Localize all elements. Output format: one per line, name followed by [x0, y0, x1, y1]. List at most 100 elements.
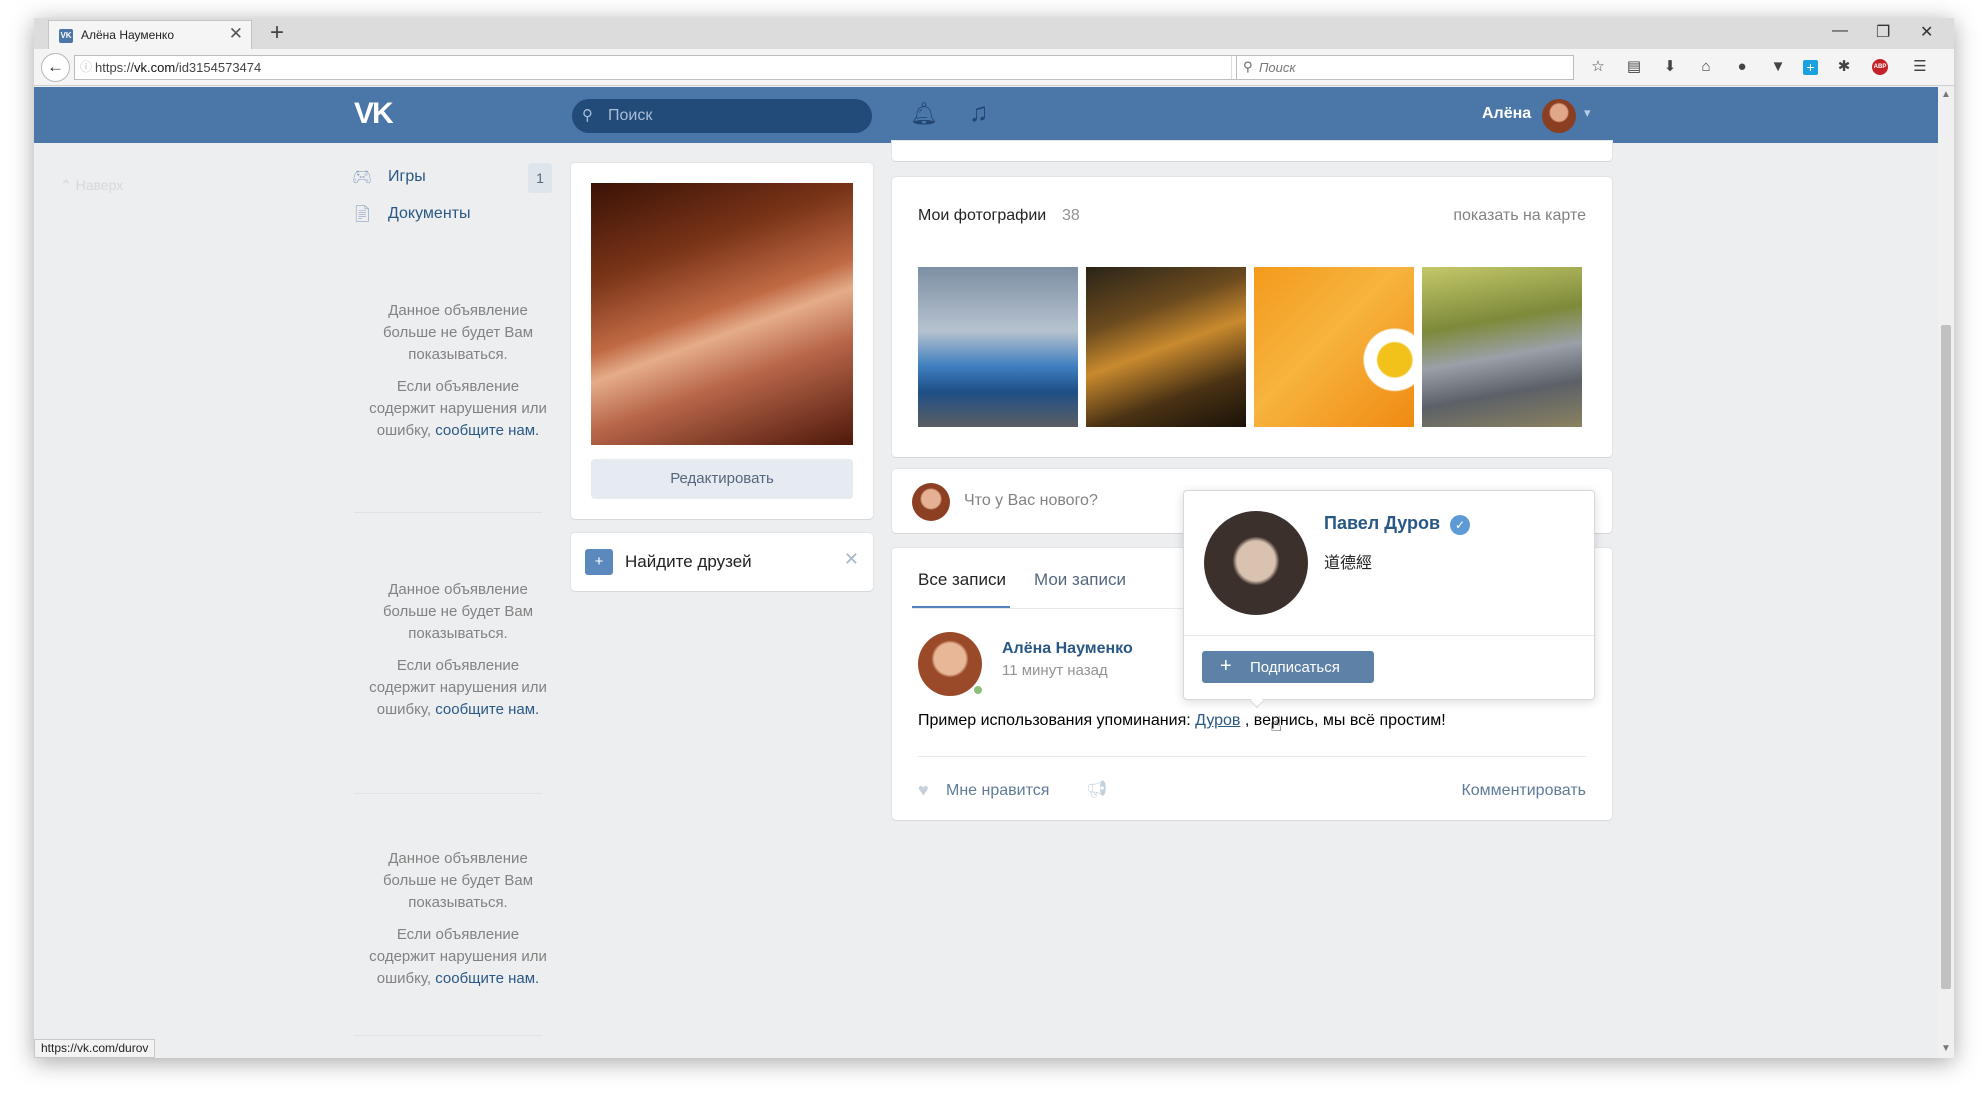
adblock-icon[interactable]: ABP	[1872, 59, 1888, 75]
chat-icon[interactable]: ●	[1732, 57, 1752, 77]
vk-logo[interactable]: VK	[354, 97, 394, 131]
ad-divider	[354, 793, 542, 794]
subscribe-label: Подписаться	[1250, 659, 1340, 676]
photo-thumbnail[interactable]	[1086, 267, 1246, 427]
ad-hidden-text: Данное объявление больше не будет Вам по…	[382, 302, 534, 363]
post-author-name[interactable]: Алёна Науменко	[1002, 640, 1133, 658]
mentioned-user-name[interactable]: Павел Дуров	[1324, 513, 1440, 534]
show-on-map-link[interactable]: показать на карте	[1453, 207, 1586, 225]
settings-addon-icon[interactable]: ✱	[1834, 57, 1854, 77]
ad-divider	[354, 1035, 542, 1036]
ad-report-link[interactable]: сообщите нам.	[435, 970, 539, 987]
vk-favicon-icon: VK	[59, 29, 73, 43]
home-icon[interactable]: ⌂	[1696, 57, 1716, 77]
ad-report-link[interactable]: сообщите нам.	[435, 422, 539, 439]
info-card	[892, 141, 1612, 161]
scroll-down-arrow-icon[interactable]: ▼	[1941, 1043, 1951, 1054]
games-count-badge: 1	[528, 163, 552, 193]
hand-cursor-icon: ☝	[1270, 714, 1283, 736]
search-icon: ⚲	[582, 107, 593, 124]
verified-icon: ✓	[1450, 515, 1470, 535]
mention-link[interactable]: Дуров	[1195, 712, 1240, 729]
tab-my-posts[interactable]: Мои записи	[1034, 570, 1126, 590]
link-status-bar: https://vk.com/durov	[34, 1039, 156, 1058]
photos-card: Мои фотографии 38 показать на карте	[892, 177, 1612, 457]
vk-search-input[interactable]: ⚲ Поиск	[572, 99, 872, 133]
find-friends-card[interactable]: + Найдите друзей ✕	[571, 533, 873, 591]
find-friends-label: Найдите друзей	[625, 552, 752, 571]
tab-all-posts[interactable]: Все записи	[918, 570, 1006, 590]
sidebar-item-label: Игры	[388, 168, 426, 185]
search-icon: ⚲	[1243, 59, 1253, 74]
chevron-down-icon[interactable]: ▾	[1584, 105, 1591, 121]
composer-placeholder[interactable]: Что у Вас нового?	[964, 492, 1098, 510]
star-icon[interactable]: ☆	[1588, 57, 1608, 77]
ad-hidden-text: Данное объявление больше не будет Вам по…	[382, 850, 534, 911]
ad-hidden-text: Данное объявление больше не будет Вам по…	[382, 581, 534, 642]
photo-thumbnail[interactable]	[1254, 267, 1414, 427]
browser-toolbar: ← ⓘ https://vk.com/id3154573474 ↻ ⚲ Поис…	[34, 49, 1954, 86]
tab-strip: VK Алёна Науменко ✕ + — ❐ ✕	[34, 18, 1954, 49]
sidebar-item-label: Документы	[388, 205, 471, 222]
hidden-ad-notice: Данное объявление больше не будет Вам по…	[362, 848, 554, 990]
mentioned-user-avatar[interactable]	[1204, 511, 1308, 615]
close-icon[interactable]: ✕	[844, 549, 859, 570]
post-timestamp[interactable]: 11 минут назад	[1002, 662, 1108, 679]
browser-search-input[interactable]: ⚲ Поиск	[1236, 55, 1574, 80]
subscribe-button[interactable]: + Подписаться	[1202, 651, 1374, 683]
comment-button[interactable]: Комментировать	[1461, 782, 1586, 800]
profile-photo-card: Редактировать	[571, 163, 873, 519]
scrollbar-thumb[interactable]	[1941, 325, 1951, 989]
plus-icon: +	[1220, 655, 1232, 677]
minimize-button[interactable]: —	[1832, 22, 1848, 40]
online-indicator	[972, 684, 984, 696]
ad-report-text: Если объявление содержит нарушения или о…	[369, 378, 547, 439]
browser-window: VK Алёна Науменко ✕ + — ❐ ✕ ← ⓘ https://…	[34, 18, 1954, 1058]
document-icon: 📄︎	[352, 206, 373, 223]
composer-avatar	[912, 483, 950, 521]
tab-title: Алёна Науменко	[81, 28, 174, 42]
add-friend-icon: +	[585, 549, 613, 575]
photo-thumbnail[interactable]	[918, 267, 1078, 427]
back-button[interactable]: ←	[41, 53, 70, 82]
scroll-to-top-link[interactable]: ⌃ Наверх	[60, 177, 123, 194]
notifications-bell-icon[interactable]: 🔔︎	[910, 101, 938, 127]
gamepad-icon: 🎮︎	[352, 169, 373, 186]
address-bar[interactable]: ⓘ https://vk.com/id3154573474 ↻	[74, 55, 1260, 80]
ad-divider	[354, 512, 542, 513]
window-close-button[interactable]: ✕	[1920, 22, 1933, 42]
like-button[interactable]: Мне нравится	[946, 782, 1049, 800]
share-megaphone-icon[interactable]: 📢︎	[1086, 780, 1108, 800]
ad-report-text: Если объявление содержит нарушения или о…	[369, 926, 547, 987]
post-text: Пример использования упоминания: Дуров ,…	[918, 712, 1446, 729]
page-scrollbar[interactable]: ▲ ▼	[1938, 87, 1954, 1058]
reading-list-icon[interactable]: ▤	[1624, 57, 1644, 77]
hidden-ad-notice: Данное объявление больше не будет Вам по…	[362, 579, 554, 721]
photos-title[interactable]: Мои фотографии	[918, 207, 1046, 225]
header-avatar[interactable]	[1542, 99, 1576, 133]
browser-tab[interactable]: VK Алёна Науменко ✕	[48, 20, 252, 49]
menu-icon[interactable]: ☰	[1910, 57, 1930, 77]
photos-count: 38	[1062, 207, 1080, 224]
mentioned-user-status: 道德經	[1324, 555, 1373, 572]
edit-profile-button[interactable]: Редактировать	[591, 459, 853, 499]
site-info-icon[interactable]: ⓘ	[80, 58, 92, 75]
vk-header: VK ⚲ Поиск 🔔︎ ♫ Алёна ▾	[34, 87, 1938, 143]
new-tab-button[interactable]: +	[270, 19, 284, 47]
download-icon[interactable]: ⬇	[1660, 57, 1680, 77]
ad-report-link[interactable]: сообщите нам.	[435, 701, 539, 718]
plus-addon-icon[interactable]: +	[1803, 60, 1818, 75]
tab-close-icon[interactable]: ✕	[229, 24, 243, 44]
maximize-button[interactable]: ❐	[1876, 22, 1890, 42]
music-icon[interactable]: ♫	[969, 97, 989, 128]
header-user-name[interactable]: Алёна	[1482, 105, 1531, 123]
search-placeholder: Поиск	[1259, 60, 1296, 75]
vk-page: VK ⚲ Поиск 🔔︎ ♫ Алёна ▾ ⌃ Наверх 🎮︎ Игры…	[34, 87, 1938, 1058]
photo-thumbnail[interactable]	[1422, 267, 1582, 427]
ad-report-text: Если объявление содержит нарушения или о…	[369, 657, 547, 718]
heart-icon[interactable]: ♥	[918, 780, 929, 801]
hover-card-divider	[1184, 635, 1594, 636]
scroll-up-arrow-icon[interactable]: ▲	[1941, 89, 1951, 100]
profile-photo[interactable]	[591, 183, 853, 445]
pocket-icon[interactable]: ▼	[1768, 57, 1788, 77]
